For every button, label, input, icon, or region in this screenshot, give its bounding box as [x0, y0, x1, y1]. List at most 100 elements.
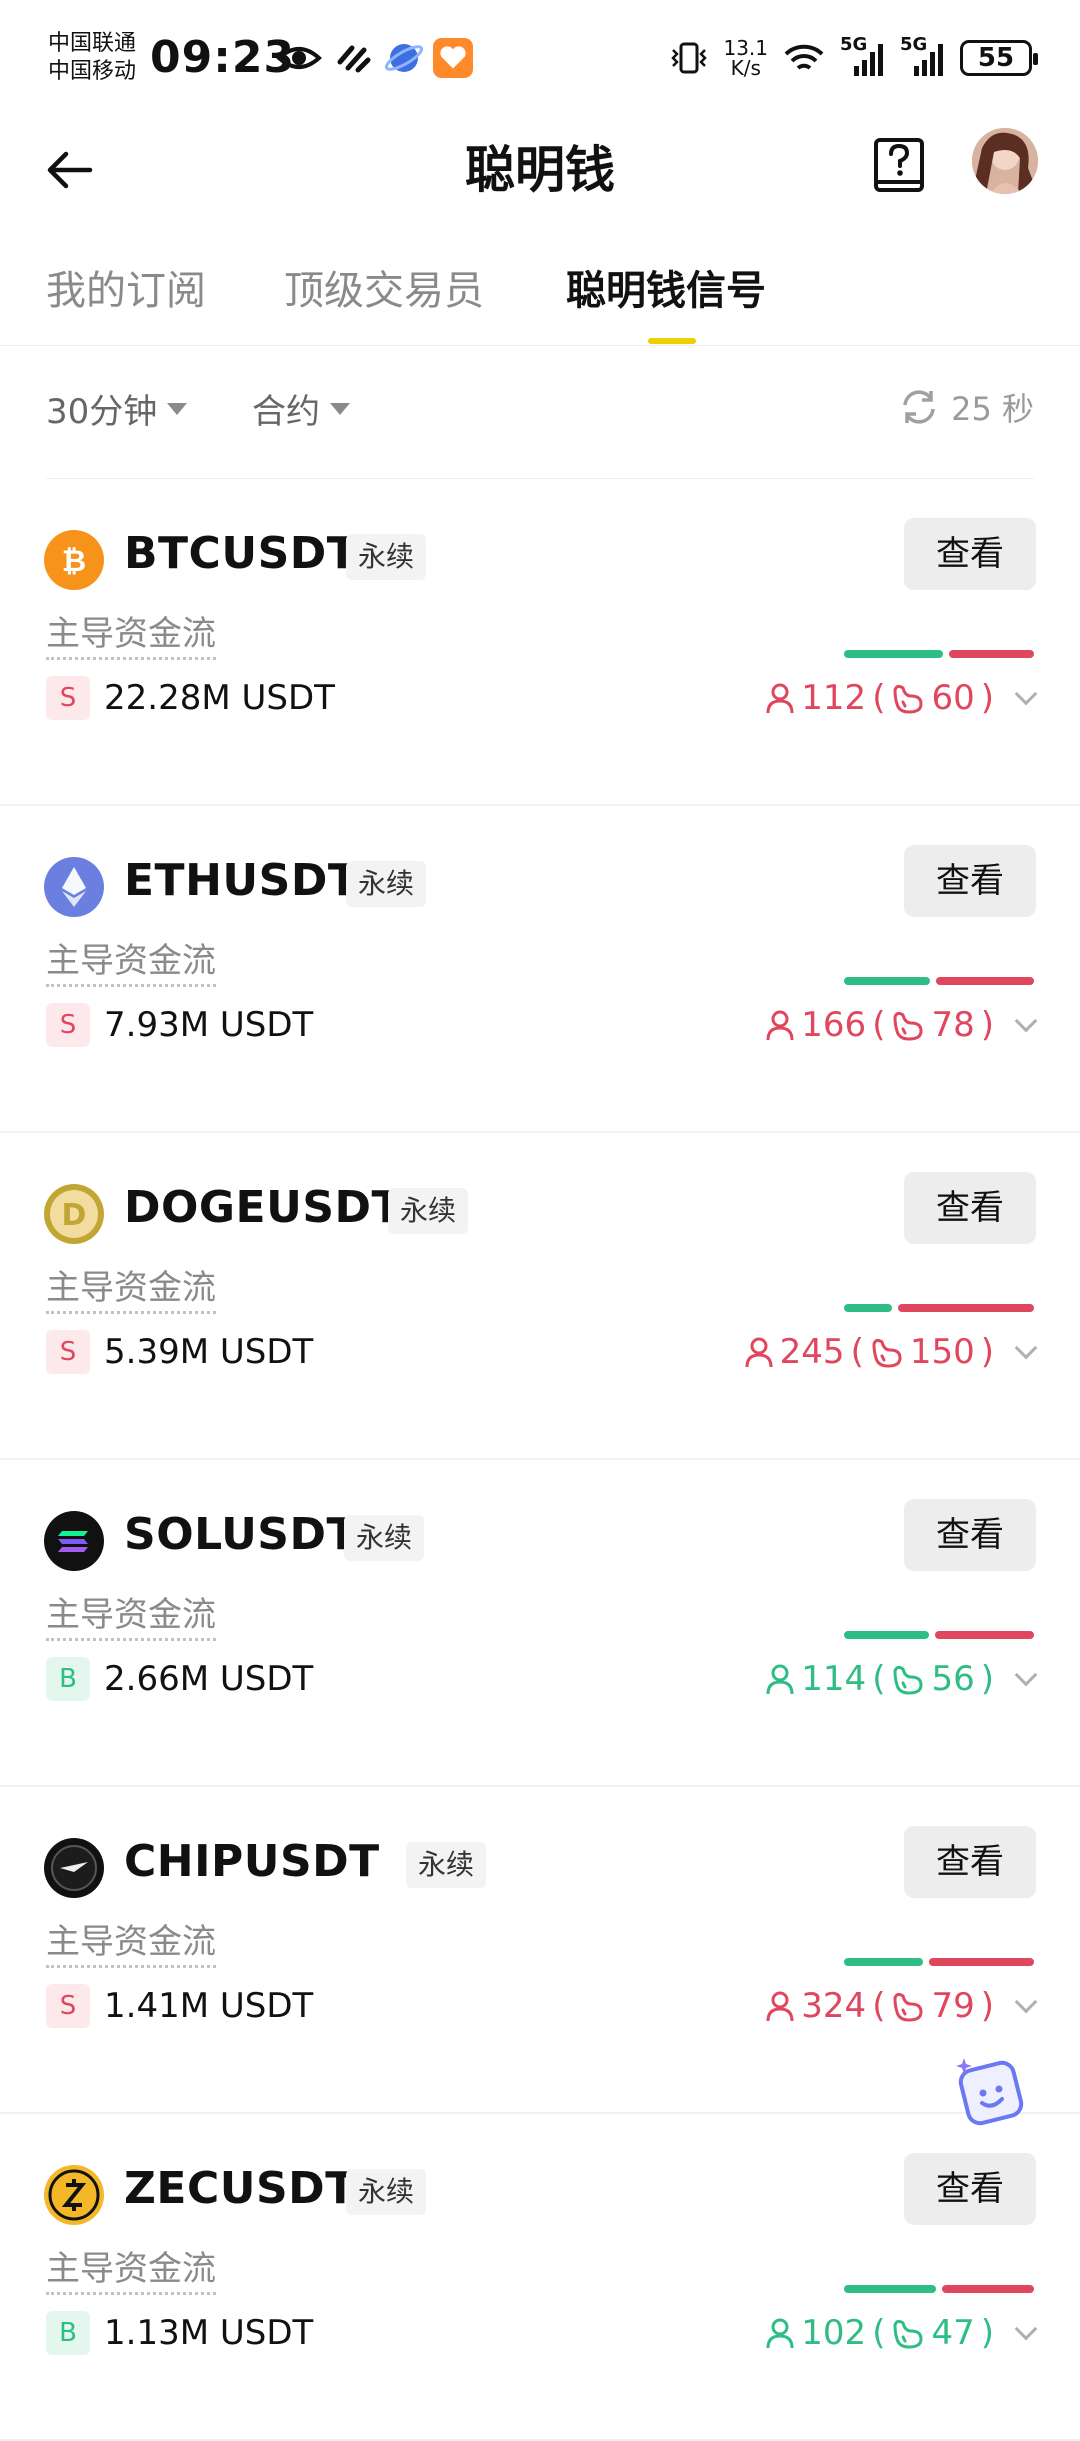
- flow-amount: 1.41M USDT: [104, 1986, 314, 2026]
- tab-my-subscriptions[interactable]: 我的订阅: [46, 258, 206, 316]
- short-bar: [949, 650, 1034, 658]
- trader-total: 102: [801, 2313, 867, 2353]
- chevron-down-icon: [1014, 1009, 1038, 1033]
- avatar[interactable]: [972, 128, 1038, 194]
- chevron-down-icon: [1014, 682, 1038, 706]
- short-bar: [898, 1304, 1034, 1312]
- trader-count[interactable]: 324 ( 79 ): [765, 1986, 1038, 2026]
- view-button[interactable]: 查看: [904, 1499, 1036, 1571]
- sol-coin-icon: [44, 1511, 104, 1571]
- carrier-2: 中国移动: [48, 59, 137, 84]
- trader-count[interactable]: 114 ( 56 ): [765, 1659, 1038, 1699]
- dominant-flow-label: 主导资金流: [46, 1260, 216, 1314]
- side-badge: S: [46, 676, 90, 720]
- ai-assistant-icon[interactable]: [950, 2054, 1030, 2134]
- signal-card-btcusdt: ₿ BTCUSDT 永续 查看 主导资金流 S 22.28M USDT 112 …: [0, 480, 1080, 806]
- side-badge: S: [46, 1330, 90, 1374]
- dominant-flow-label: 主导资金流: [46, 1587, 216, 1641]
- coin-symbol: DOGEUSDT: [124, 1182, 403, 1233]
- long-short-ratio-bar: [844, 650, 1034, 658]
- trader-count[interactable]: 102 ( 47 ): [765, 2313, 1038, 2353]
- view-button[interactable]: 查看: [904, 2153, 1036, 2225]
- chevron-down-icon: [1014, 1336, 1038, 1360]
- whale-icon: [893, 2319, 923, 2349]
- user-icon: [766, 2318, 794, 2349]
- signal-card-chipusdt: CHIPUSDT 永续 查看 主导资金流 S 1.41M USDT 324 ( …: [0, 1788, 1080, 2114]
- paren-open: (: [872, 1986, 886, 2026]
- refresh-icon: [903, 390, 935, 424]
- dominant-flow-label: 主导资金流: [46, 606, 216, 660]
- trader-count[interactable]: 166 ( 78 ): [765, 1005, 1038, 1045]
- signal-1-icon: 5G: [840, 34, 886, 78]
- carrier-labels: 中国联通 中国移动: [48, 30, 136, 86]
- flow-amount: 2.66M USDT: [104, 1659, 314, 1699]
- chevron-down-icon: [1014, 2317, 1038, 2341]
- tab-top-traders[interactable]: 顶级交易员: [284, 258, 484, 316]
- whale-icon: [872, 1338, 902, 1368]
- long-bar: [844, 650, 943, 658]
- doge-coin-icon: D: [44, 1184, 104, 1244]
- coin-symbol: BTCUSDT: [124, 528, 358, 579]
- status-icons: 13.1 K/s 5G 5G 55: [669, 28, 1038, 88]
- user-icon: [766, 1010, 794, 1041]
- flow-amount: 22.28M USDT: [104, 678, 335, 718]
- flow-amount: 7.93M USDT: [104, 1005, 314, 1045]
- trader-count[interactable]: 112 ( 60 ): [765, 678, 1038, 718]
- coin-symbol: ETHUSDT: [124, 855, 359, 906]
- view-button[interactable]: 查看: [904, 518, 1036, 590]
- refresh-timer[interactable]: 25 秒: [897, 384, 1034, 430]
- whale-total: 79: [931, 1986, 975, 2026]
- paren-close: ): [980, 1659, 994, 1699]
- whale-total: 47: [931, 2313, 975, 2353]
- long-short-ratio-bar: [844, 977, 1034, 985]
- trader-count[interactable]: 245 ( 150 ): [744, 1332, 1038, 1372]
- market-dropdown[interactable]: 合约: [252, 384, 350, 433]
- dominant-flow-label: 主导资金流: [46, 2241, 216, 2295]
- net-speed: 13.1 K/s: [723, 38, 768, 78]
- long-short-ratio-bar: [844, 1304, 1034, 1312]
- trader-total: 324: [801, 1986, 867, 2026]
- net-speed-unit: K/s: [730, 56, 761, 80]
- wifi-icon: [784, 44, 824, 70]
- whale-total: 78: [931, 1005, 975, 1045]
- eth-coin-icon: [44, 857, 104, 917]
- long-bar: [844, 1304, 892, 1312]
- chevron-down-icon: [330, 402, 350, 415]
- refresh-countdown: 25 秒: [951, 390, 1034, 428]
- chevron-down-icon: [1014, 1990, 1038, 2014]
- battery-level: 55: [977, 43, 1015, 73]
- long-bar: [844, 2285, 936, 2293]
- view-button[interactable]: 查看: [904, 1826, 1036, 1898]
- short-bar: [942, 2285, 1034, 2293]
- heart-app-icon: [433, 38, 473, 78]
- short-bar: [929, 1958, 1034, 1966]
- flow-amount: 1.13M USDT: [104, 2313, 314, 2353]
- view-button[interactable]: 查看: [904, 1172, 1036, 1244]
- user-icon: [766, 1991, 794, 2022]
- interval-dropdown[interactable]: 30分钟: [46, 384, 188, 433]
- flow-amount: 5.39M USDT: [104, 1332, 314, 1372]
- user-icon: [745, 1337, 773, 1368]
- coin-symbol: ZECUSDT: [124, 2163, 356, 2214]
- side-badge: S: [46, 1984, 90, 2028]
- paren-open: (: [872, 1659, 886, 1699]
- coin-symbol: CHIPUSDT: [124, 1836, 380, 1887]
- paren-open: (: [872, 1005, 886, 1045]
- view-button[interactable]: 查看: [904, 845, 1036, 917]
- perpetual-badge: 永续: [406, 1842, 487, 1888]
- short-bar: [935, 1631, 1034, 1639]
- paren-open: (: [850, 1332, 864, 1372]
- signal-card-ethusdt: ETHUSDT 永续 查看 主导资金流 S 7.93M USDT 166 ( 7…: [0, 807, 1080, 1133]
- net-speed-value: 13.1: [723, 36, 768, 60]
- perpetual-badge: 永续: [346, 861, 427, 907]
- chevron-down-icon: [1014, 1663, 1038, 1687]
- long-short-ratio-bar: [844, 1631, 1034, 1639]
- planet-app-icon: [384, 44, 424, 72]
- whale-icon: [893, 1665, 923, 1695]
- tab-smart-money-signals[interactable]: 聪明钱信号: [566, 258, 766, 316]
- paren-close: ): [980, 1005, 994, 1045]
- side-badge: B: [46, 1657, 90, 1701]
- whale-icon: [893, 1011, 923, 1041]
- side-badge: S: [46, 1003, 90, 1047]
- help-book-icon[interactable]: [872, 136, 928, 196]
